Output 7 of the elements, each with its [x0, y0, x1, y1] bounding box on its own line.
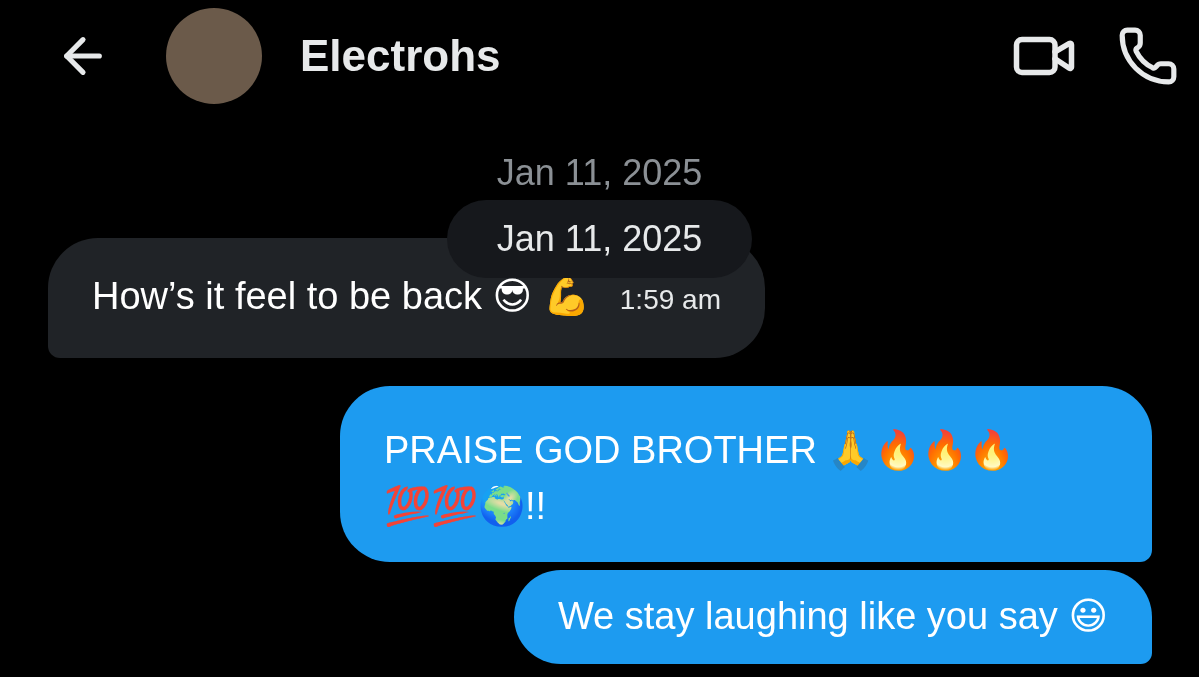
sent-message: We stay laughing like you say 😃 [513, 570, 1152, 664]
date-pill: Jan 11, 2025 [447, 200, 752, 278]
message-time: 1:59 am [619, 283, 721, 317]
contact-name: Electrohs [300, 31, 502, 81]
sent-message: PRAISE GOD BROTHER 🙏🔥🔥🔥 💯💯🌍!! [340, 386, 1152, 562]
date-label: Jan 11, 2025 [495, 152, 704, 192]
phone-icon[interactable] [1117, 25, 1179, 87]
